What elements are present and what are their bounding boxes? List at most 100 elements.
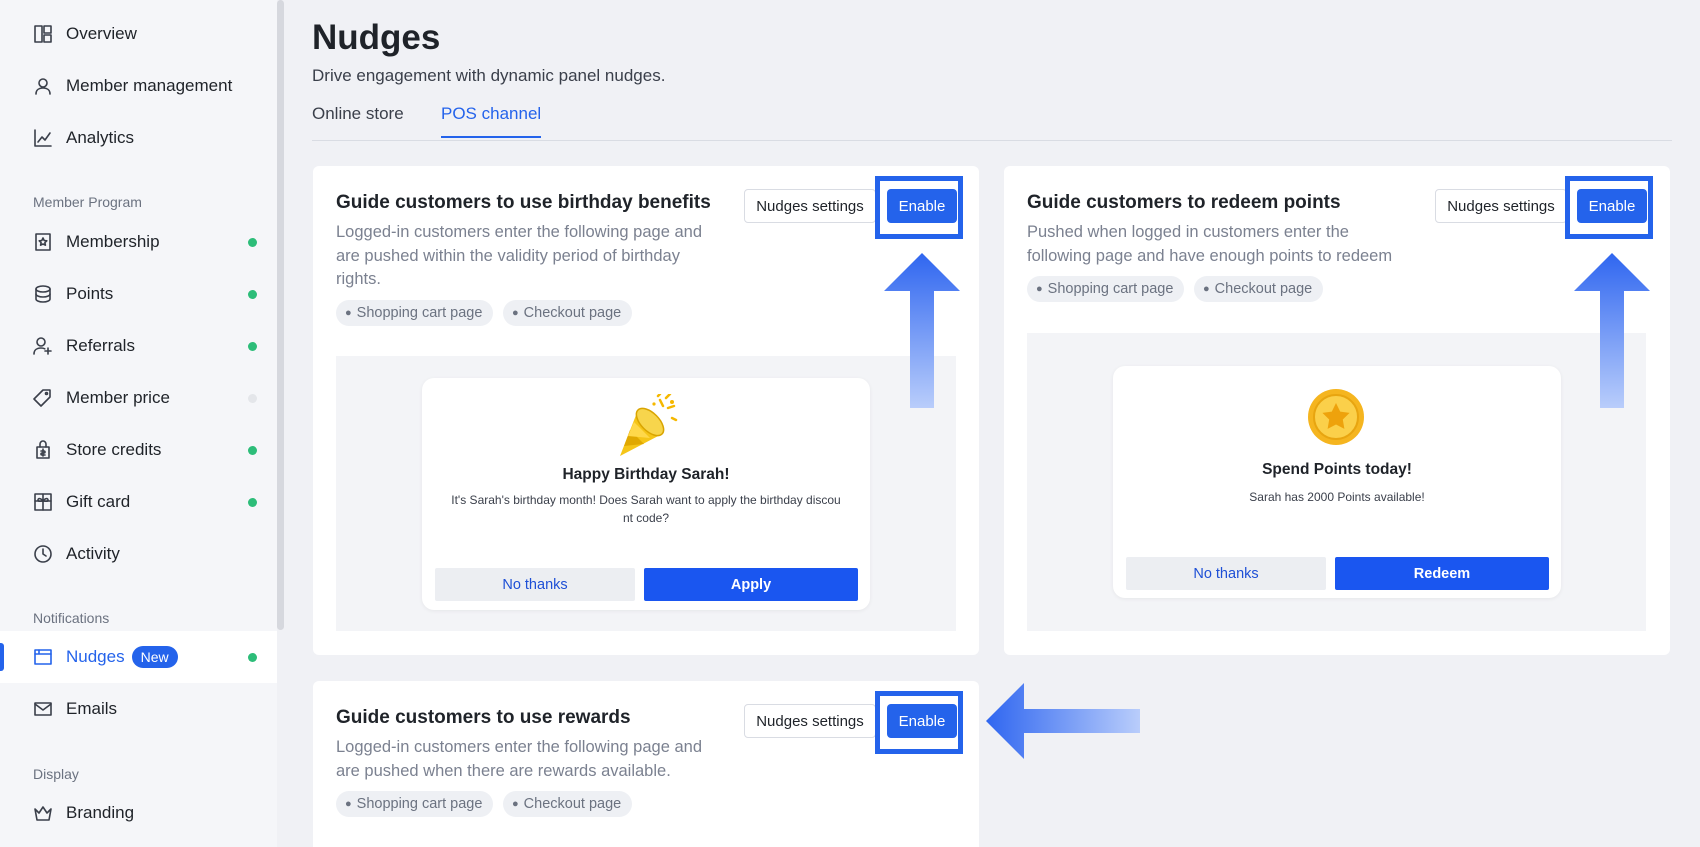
enable-button[interactable]: Enable <box>887 704 957 738</box>
arrow-up-annotation <box>1574 253 1650 408</box>
preview-title: Happy Birthday Sarah! <box>562 466 730 483</box>
sidebar-item-label: Nudges <box>66 647 125 666</box>
status-dot <box>248 497 257 507</box>
tab-bar: Online store POS channel <box>312 104 1672 141</box>
crown-icon <box>33 803 53 823</box>
sidebar-item-member-price[interactable]: Member price <box>0 372 277 424</box>
sidebar-item-label: Emails <box>66 699 118 718</box>
page-chip: ● Shopping cart page <box>1027 276 1185 302</box>
tab-pos-channel[interactable]: POS channel <box>441 104 542 138</box>
sidebar-item-label: Referrals <box>66 336 135 355</box>
sidebar-scrollbar[interactable] <box>277 0 284 630</box>
user-icon <box>33 76 53 96</box>
enable-button[interactable]: Enable <box>1577 189 1647 223</box>
page-chip: ● Shopping cart page <box>336 791 494 817</box>
sidebar-item-label: Gift card <box>66 492 131 511</box>
sidebar-item-branding[interactable]: Branding <box>0 787 277 839</box>
arrow-up-annotation <box>884 253 960 408</box>
membership-icon <box>33 232 53 252</box>
status-dot <box>248 237 257 247</box>
page-chip: ● Shopping cart page <box>336 300 494 326</box>
sidebar-item-label: Store credits <box>66 440 162 459</box>
user-plus-icon <box>33 336 53 356</box>
preview-no-thanks-button[interactable]: No thanks <box>435 568 635 601</box>
sidebar-item-analytics[interactable]: Analytics <box>0 112 277 164</box>
status-dot <box>248 652 257 662</box>
sidebar-item-label: Analytics <box>66 128 135 147</box>
card-description: Logged-in customers enter the following … <box>336 221 702 292</box>
desc-line: are pushed within the validity period of… <box>336 246 680 265</box>
sidebar-item-store-credits[interactable]: Store credits <box>0 424 277 476</box>
nudge-preview-modal: Happy Birthday Sarah! It's Sarah's birth… <box>422 378 870 610</box>
nudges-settings-button[interactable]: Nudges settings <box>1435 189 1567 223</box>
page-subtitle: Drive engagement with dynamic panel nudg… <box>312 66 666 85</box>
chart-icon <box>33 128 53 148</box>
enable-button[interactable]: Enable <box>887 189 957 223</box>
preview-text: It's Sarah's birthday month! Does Sarah … <box>432 491 860 527</box>
chip-label: Shopping cart page <box>356 796 483 812</box>
layout-icon <box>33 24 53 44</box>
sidebar-item-membership[interactable]: Membership <box>0 216 277 268</box>
desc-line: rights. <box>336 270 381 288</box>
arrow-left-annotation <box>986 683 1140 759</box>
sidebar-item-overview[interactable]: Overview <box>0 8 277 60</box>
sidebar-item-emails[interactable]: Emails <box>0 683 277 735</box>
section-label-notifications: Notifications <box>33 610 110 626</box>
preview-redeem-button[interactable]: Redeem <box>1335 557 1549 590</box>
tag-icon <box>33 388 53 408</box>
nudges-settings-button[interactable]: Nudges settings <box>744 189 876 223</box>
coins-icon <box>33 284 53 304</box>
mail-icon <box>33 699 53 719</box>
status-dot <box>248 445 257 455</box>
sidebar-item-member-management[interactable]: Member management <box>0 60 277 112</box>
preview-text-line: nt code? <box>622 511 670 525</box>
nudge-card-rewards: Guide customers to use rewards Logged-in… <box>313 681 979 847</box>
sidebar-item-label: Overview <box>66 24 137 43</box>
sidebar-item-gift-card[interactable]: Gift card <box>0 476 277 528</box>
sidebar-item-referrals[interactable]: Referrals <box>0 320 277 372</box>
nudges-icon <box>33 647 53 667</box>
desc-line: Logged-in customers enter the following … <box>336 223 702 241</box>
gift-card-icon <box>33 492 53 512</box>
status-dot <box>248 289 257 299</box>
sidebar-item-activity[interactable]: Activity <box>0 528 277 580</box>
chip-label: Checkout page <box>523 305 622 321</box>
tab-online-store[interactable]: Online store <box>312 104 404 136</box>
page-chip: ● Checkout page <box>503 300 633 326</box>
sidebar-item-label: Activity <box>66 544 120 563</box>
preview-no-thanks-button[interactable]: No thanks <box>1126 557 1326 590</box>
nudge-card-points: Guide customers to redeem points Pushed … <box>1004 166 1670 655</box>
section-label-member-program: Member Program <box>33 194 142 210</box>
sidebar-item-label: Membership <box>66 232 160 251</box>
chip-label: Shopping cart page <box>1047 281 1174 297</box>
nudge-preview-modal: Spend Points today! Sarah has 2000 Point… <box>1113 366 1561 598</box>
nudges-settings-button[interactable]: Nudges settings <box>744 704 876 738</box>
preview-title: Spend Points today! <box>1262 461 1412 478</box>
card-title: Guide customers to redeem points <box>1027 192 1341 213</box>
page-chip: ● Checkout page <box>503 791 633 817</box>
section-label-display: Display <box>33 766 79 782</box>
preview-text-line: It's Sarah's birthday month! Does Sarah … <box>451 493 841 507</box>
card-title: Guide customers to use birthday benefits <box>336 192 711 213</box>
clock-icon <box>33 544 53 564</box>
desc-line: following page and have enough points to… <box>1027 246 1393 265</box>
sidebar-item-points[interactable]: Points <box>0 268 277 320</box>
preview-text: Sarah has 2000 Points available! <box>1249 490 1425 504</box>
sidebar-item-label: Member price <box>66 388 170 407</box>
desc-line: Logged-in customers enter the following … <box>336 738 702 756</box>
store-credit-icon <box>33 440 53 460</box>
sidebar-item-label: Points <box>66 284 114 303</box>
page-title: Nudges <box>312 18 441 57</box>
sidebar-item-nudges[interactable]: Nudges New <box>0 631 277 683</box>
sidebar-item-label: Member management <box>66 76 233 95</box>
nudge-card-birthday: Guide customers to use birthday benefits… <box>313 166 979 655</box>
chip-label: Checkout page <box>523 796 622 812</box>
preview-apply-button[interactable]: Apply <box>644 568 858 601</box>
page-chip: ● Checkout page <box>1194 276 1324 302</box>
status-dot <box>248 341 257 351</box>
card-description: Logged-in customers enter the following … <box>336 736 702 783</box>
desc-line: are pushed when there are rewards availa… <box>336 761 671 780</box>
status-dot <box>248 393 257 403</box>
desc-line: Pushed when logged in customers enter th… <box>1027 223 1349 241</box>
new-badge: New <box>131 646 178 668</box>
